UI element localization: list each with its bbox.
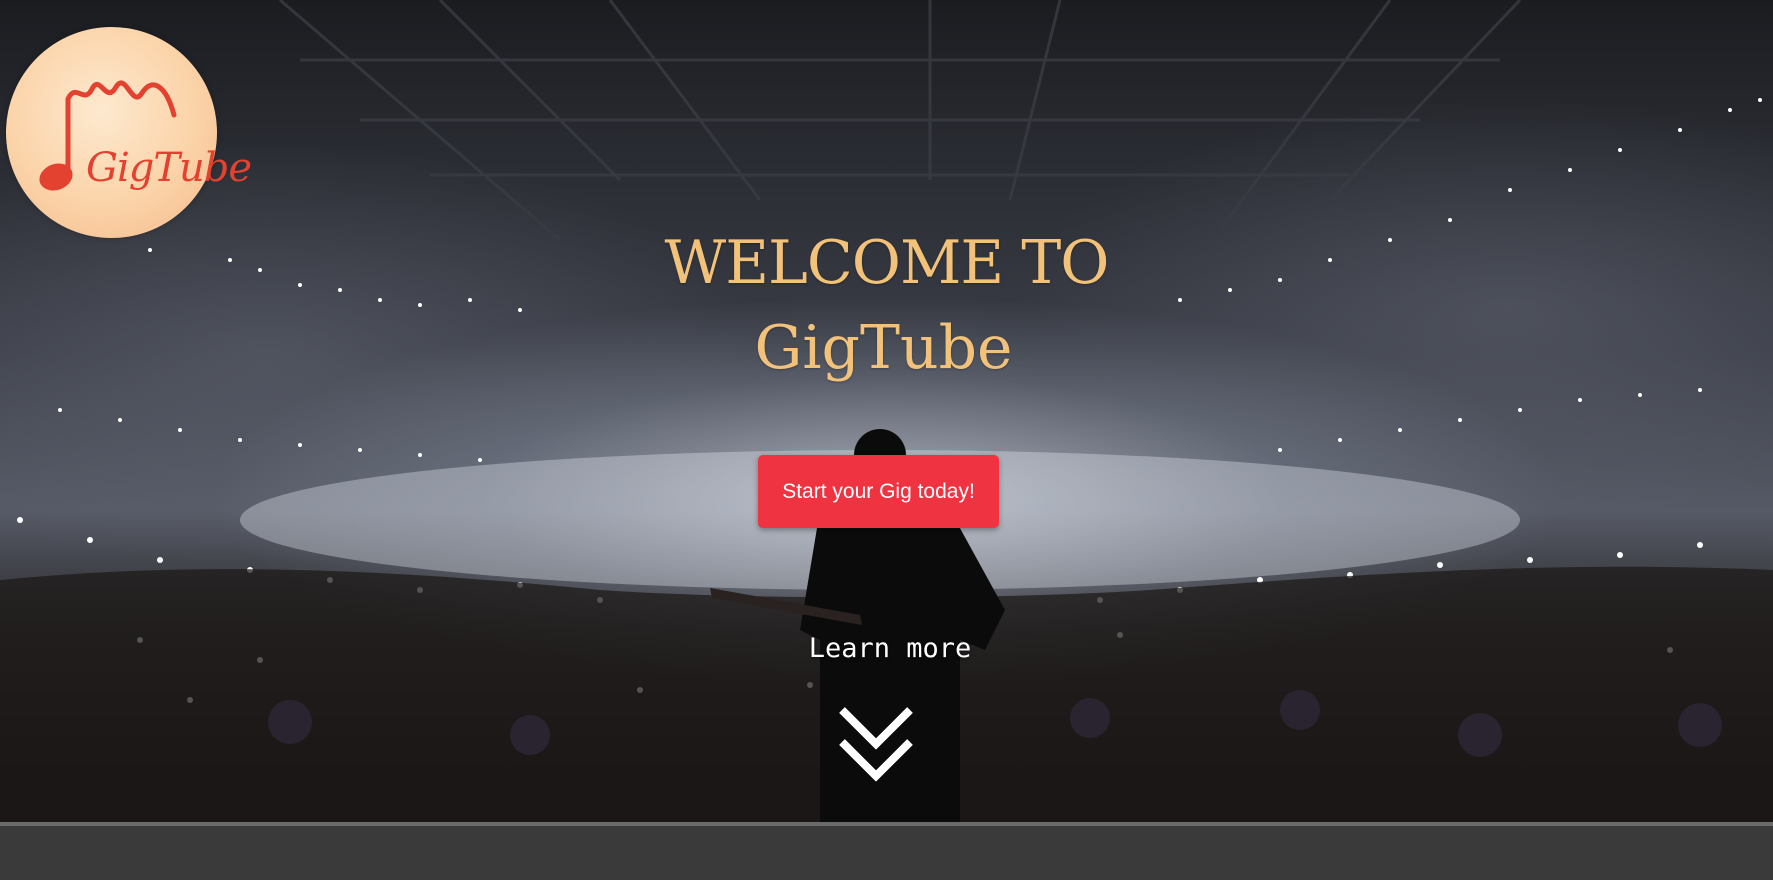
logo-wordmark: GigTube <box>86 145 252 191</box>
music-note-icon <box>39 80 177 191</box>
gigtube-logo[interactable]: GigTube <box>6 27 252 238</box>
hero-title-line2: GigTube <box>754 313 1013 383</box>
hero-title-line1: WELCOME TO <box>664 228 1110 298</box>
start-gig-button[interactable]: Start your Gig today! <box>758 455 999 528</box>
double-chevron-down-icon[interactable] <box>836 704 916 786</box>
learn-more-link[interactable]: Learn more <box>790 633 990 664</box>
hero-section: GigTube WELCOME TO GigTube Start your Gi… <box>0 0 1773 880</box>
